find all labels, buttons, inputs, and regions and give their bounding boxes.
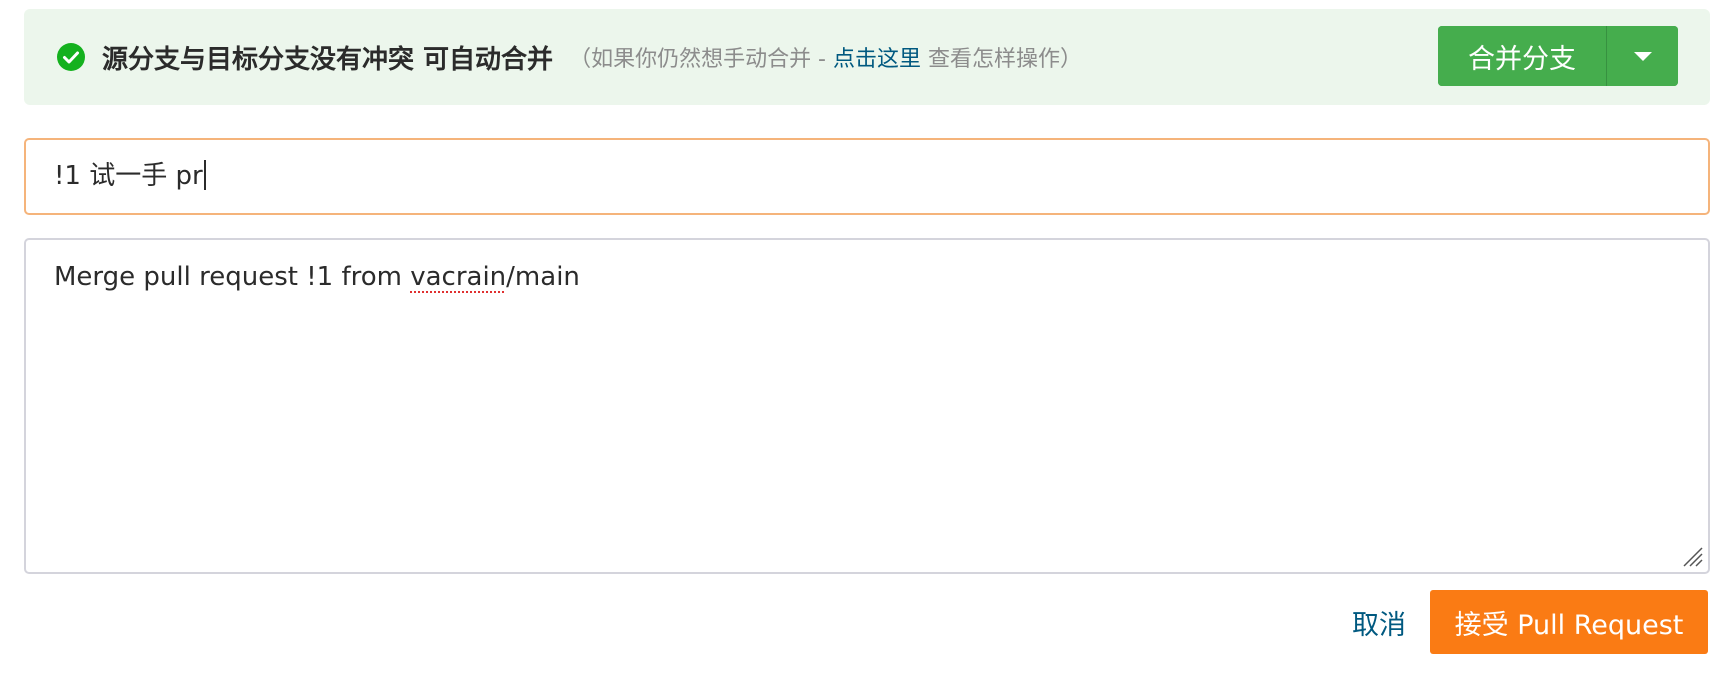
merge-options-dropdown[interactable] xyxy=(1607,26,1678,86)
merge-button-group: 合并分支 xyxy=(1438,26,1678,86)
pr-title-input[interactable]: !1 试一手 pr xyxy=(24,138,1710,215)
pr-title-value: !1 试一手 pr xyxy=(54,161,203,191)
merge-status-banner: 源分支与目标分支没有冲突 可自动合并 （如果你仍然想手动合并 - 点击这里 查看… xyxy=(24,9,1710,105)
merge-message-suffix: /main xyxy=(506,262,580,292)
form-actions: 取消 接受 Pull Request xyxy=(1352,590,1708,654)
text-cursor xyxy=(203,159,206,190)
merge-panel: 源分支与目标分支没有冲突 可自动合并 （如果你仍然想手动合并 - 点击这里 查看… xyxy=(0,0,1734,700)
resize-handle-icon[interactable] xyxy=(1680,544,1704,568)
hint-suffix: 查看怎样操作） xyxy=(921,47,1083,72)
merge-message-textarea[interactable]: Merge pull request !1 from vacrain/main xyxy=(24,238,1710,574)
manual-merge-hint: （如果你仍然想手动合并 - 点击这里 查看怎样操作） xyxy=(569,41,1082,73)
merge-status-title: 源分支与目标分支没有冲突 可自动合并 xyxy=(102,44,554,75)
check-circle-icon xyxy=(57,43,85,71)
misspelled-word: vacrain xyxy=(410,262,507,292)
hint-prefix: （如果你仍然想手动合并 - xyxy=(569,47,833,72)
caret-down-icon xyxy=(1633,51,1652,61)
accept-pull-request-button[interactable]: 接受 Pull Request xyxy=(1430,590,1708,654)
cancel-link[interactable]: 取消 xyxy=(1352,603,1406,642)
merge-branch-button[interactable]: 合并分支 xyxy=(1438,26,1606,86)
manual-merge-link[interactable]: 点击这里 xyxy=(833,47,921,72)
merge-message-prefix: Merge pull request !1 from xyxy=(54,262,411,292)
